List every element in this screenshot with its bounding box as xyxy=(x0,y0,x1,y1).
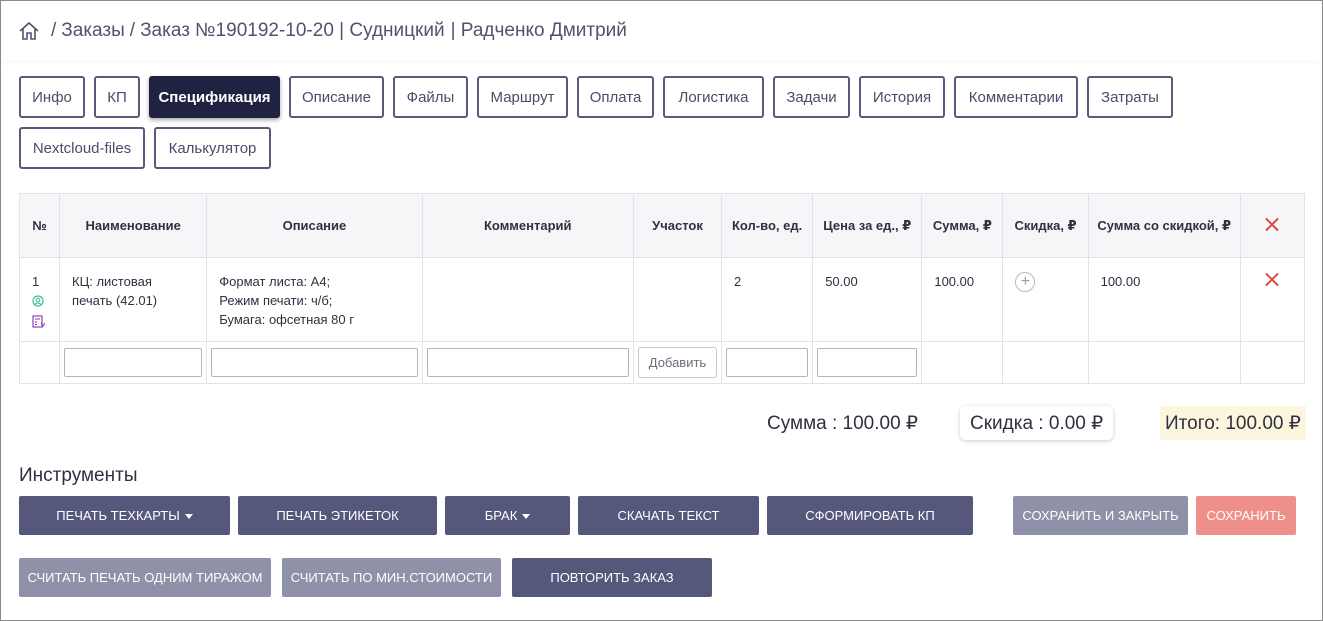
cell-section xyxy=(632,257,723,342)
repeat-order-button[interactable]: ПОВТОРИТЬ ЗАКАЗ xyxy=(512,558,712,597)
column-header-name: Наименование xyxy=(59,193,208,258)
make-kp-button[interactable]: СФОРМИРОВАТЬ КП xyxy=(767,496,973,535)
cell-comment xyxy=(421,257,634,342)
tab-comments[interactable]: Комментарии xyxy=(954,76,1078,118)
new-comment-input[interactable] xyxy=(426,348,629,377)
save-button[interactable]: СОХРАНИТЬ xyxy=(1196,496,1296,535)
new-price-input[interactable] xyxy=(817,348,918,377)
column-header-description: Описание xyxy=(206,193,423,258)
cell-sum: 100.00 xyxy=(921,257,1004,342)
column-header-num: № xyxy=(18,193,61,258)
breadcrumb-manager: | Радченко Дмитрий xyxy=(450,20,627,41)
print-techcard-button[interactable]: ПЕЧАТЬ ТЕХКАРТЫ xyxy=(19,496,230,535)
table-header-row: № Наименование Описание Комментарий Учас… xyxy=(18,193,1306,258)
add-discount-icon[interactable]: + xyxy=(1015,272,1036,292)
column-header-comment: Комментарий xyxy=(421,193,634,258)
defect-button[interactable]: БРАК xyxy=(445,496,570,535)
tools-title: Инструменты xyxy=(19,465,138,486)
cell-description: Формат листа: А4; Режим печати: ч/б; Бум… xyxy=(206,257,423,342)
discount-total[interactable]: Скидка : 0.00 ₽ xyxy=(960,406,1113,440)
tab-specification[interactable]: Спецификация xyxy=(149,76,280,118)
tab-info[interactable]: Инфо xyxy=(19,76,85,118)
column-header-discount: Скидка, ₽ xyxy=(1002,193,1089,258)
tab-tasks[interactable]: Задачи xyxy=(773,76,850,118)
new-row: Добавить xyxy=(18,341,1306,384)
specification-table: № Наименование Описание Комментарий Учас… xyxy=(18,193,1306,384)
cell-qty: 2 xyxy=(721,257,814,342)
tab-description[interactable]: Описание xyxy=(289,76,384,118)
save-and-close-button[interactable]: СОХРАНИТЬ И ЗАКРЫТЬ xyxy=(1013,496,1188,535)
home-icon[interactable] xyxy=(18,20,40,42)
cell-name: КЦ: листовая печать (42.01) xyxy=(59,257,208,342)
tab-files[interactable]: Файлы xyxy=(393,76,468,118)
cell-delete xyxy=(1239,257,1306,342)
column-header-sum: Сумма, ₽ xyxy=(921,193,1004,258)
tab-route[interactable]: Маршрут xyxy=(477,76,568,118)
column-header-price: Цена за ед., ₽ xyxy=(812,193,923,258)
breadcrumb: / Заказы / Заказ №190192-10-20 | Судницк… xyxy=(1,1,1322,61)
calc-one-run-button[interactable]: СЧИТАТЬ ПЕЧАТЬ ОДНИМ ТИРАЖОМ xyxy=(19,558,271,597)
sum-total: Сумма : 100.00 ₽ xyxy=(767,412,919,434)
tab-nextcloud-files[interactable]: Nextcloud-files xyxy=(19,127,145,169)
chevron-down-icon xyxy=(522,513,531,519)
new-name-input[interactable] xyxy=(64,348,203,377)
column-header-delete xyxy=(1239,193,1306,258)
cell-discount: + xyxy=(1002,257,1089,342)
cell-num: 1 xyxy=(18,257,61,342)
user-icon[interactable] xyxy=(32,293,55,312)
delete-row-icon[interactable] xyxy=(1265,272,1279,286)
new-qty-input[interactable] xyxy=(726,348,809,377)
grand-total: Итого: 100.00 ₽ xyxy=(1160,406,1306,440)
calculator-icon[interactable] xyxy=(32,314,55,333)
tab-bar: Инфо КП Спецификация Описание Файлы Марш… xyxy=(19,76,1309,178)
tab-calculator[interactable]: Калькулятор xyxy=(154,127,271,169)
download-text-button[interactable]: СКАЧАТЬ ТЕКСТ xyxy=(578,496,759,535)
tab-kp[interactable]: КП xyxy=(94,76,140,118)
print-labels-button[interactable]: ПЕЧАТЬ ЭТИКЕТОК xyxy=(238,496,437,535)
delete-all-icon[interactable] xyxy=(1265,217,1279,231)
tab-costs[interactable]: Затраты xyxy=(1087,76,1173,118)
cell-price: 50.00 xyxy=(812,257,923,342)
tab-logistics[interactable]: Логистика xyxy=(663,76,764,118)
calc-min-cost-button[interactable]: СЧИТАТЬ ПО МИН.СТОИМОСТИ xyxy=(282,558,501,597)
breadcrumb-order: Заказ №190192-10-20 | Судницкий xyxy=(140,20,445,41)
tab-history[interactable]: История xyxy=(859,76,945,118)
table-row: 1 КЦ: листовая печать (42.01) Формат лис… xyxy=(18,257,1306,342)
breadcrumb-orders[interactable]: Заказы xyxy=(61,20,125,42)
column-header-qty: Кол-во, ед. xyxy=(721,193,814,258)
chevron-down-icon xyxy=(184,513,193,519)
column-header-sum-discount: Сумма со скидкой, ₽ xyxy=(1087,193,1241,258)
add-row-button[interactable]: Добавить xyxy=(637,347,718,378)
cell-sum-discount: 100.00 xyxy=(1087,257,1241,342)
column-header-section: Участок xyxy=(632,193,723,258)
tab-payment[interactable]: Оплата xyxy=(577,76,654,118)
new-description-input[interactable] xyxy=(211,348,418,377)
